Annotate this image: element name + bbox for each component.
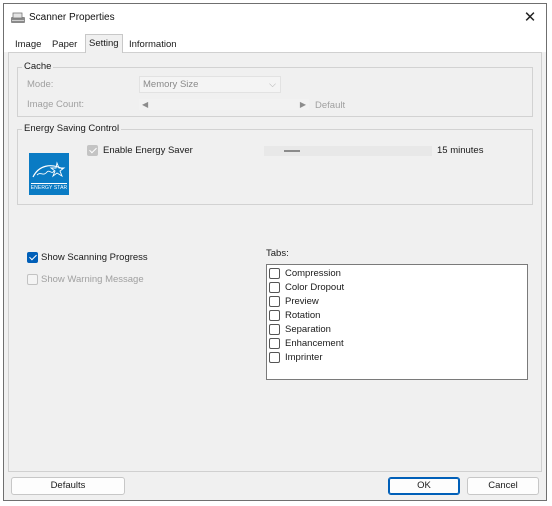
- checkmark-icon: [89, 145, 97, 154]
- rotation-checkbox[interactable]: [269, 310, 280, 321]
- chevron-down-icon: ⌵: [269, 79, 276, 89]
- energy-star-logo: ENERGY STAR: [29, 153, 69, 195]
- list-item-label: Rotation: [285, 310, 321, 321]
- tab-information[interactable]: Information: [126, 37, 180, 52]
- setting-page: Cache Mode: Memory Size ⌵ Image Count: ◀…: [8, 52, 542, 472]
- checkmark-icon: [29, 252, 37, 261]
- enhancement-checkbox[interactable]: [269, 338, 280, 349]
- enable-energy-saver-label: Enable Energy Saver: [103, 145, 193, 156]
- tabs-listbox[interactable]: Compression Color Dropout Preview Rotati…: [266, 264, 528, 380]
- tab-setting[interactable]: Setting: [85, 34, 123, 53]
- close-icon[interactable]: ✕: [520, 9, 540, 27]
- list-item-label: Preview: [285, 296, 319, 307]
- show-warning-message-checkbox[interactable]: [27, 274, 38, 285]
- cancel-button[interactable]: Cancel: [467, 477, 539, 495]
- mode-label: Mode:: [27, 79, 54, 90]
- preview-checkbox[interactable]: [269, 296, 280, 307]
- separation-checkbox[interactable]: [269, 324, 280, 335]
- image-count-value: Default: [315, 100, 346, 111]
- image-count-label: Image Count:: [27, 99, 85, 110]
- imprinter-checkbox[interactable]: [269, 352, 280, 363]
- compression-checkbox[interactable]: [269, 268, 280, 279]
- energy-timeout-value: 15 minutes: [437, 145, 484, 156]
- list-item-label: Enhancement: [285, 338, 344, 349]
- mode-value: Memory Size: [143, 79, 199, 90]
- list-item-label: Separation: [285, 324, 331, 335]
- window-title: Scanner Properties: [29, 12, 115, 23]
- cache-group-label: Cache: [22, 61, 54, 72]
- color-dropout-checkbox[interactable]: [269, 282, 280, 293]
- tab-paper[interactable]: Paper: [49, 37, 80, 52]
- show-warning-message-label: Show Warning Message: [41, 274, 144, 285]
- title-bar: Scanner Properties ✕: [4, 4, 546, 32]
- scroll-right-icon[interactable]: ▶: [300, 99, 306, 110]
- energy-saving-group: Energy Saving Control Enable Energy Save…: [17, 123, 533, 205]
- defaults-button[interactable]: Defaults: [11, 477, 125, 495]
- energy-timeout-slider[interactable]: [264, 146, 432, 156]
- show-scanning-progress-checkbox[interactable]: [27, 252, 38, 263]
- tab-strip: Image Paper Setting Information: [4, 32, 546, 53]
- tabs-list-label: Tabs:: [266, 248, 289, 259]
- show-scanning-progress-label: Show Scanning Progress: [41, 252, 148, 263]
- image-count-scrollbar[interactable]: ◀ ▶: [139, 99, 309, 110]
- energy-saving-group-label: Energy Saving Control: [22, 123, 122, 134]
- scanner-icon: [10, 11, 26, 25]
- list-item-label: Compression: [285, 268, 341, 279]
- scroll-left-icon[interactable]: ◀: [142, 99, 148, 110]
- tab-image[interactable]: Image: [12, 37, 44, 52]
- cache-group: Cache Mode: Memory Size ⌵ Image Count: ◀…: [17, 61, 533, 117]
- scanner-properties-window: Scanner Properties ✕ Image Paper Setting…: [3, 3, 547, 501]
- energy-star-text: ENERGY STAR: [30, 185, 68, 191]
- list-item-label: Imprinter: [285, 352, 323, 363]
- slider-thumb[interactable]: [284, 150, 300, 152]
- mode-combobox[interactable]: Memory Size ⌵: [139, 76, 281, 93]
- ok-button[interactable]: OK: [388, 477, 460, 495]
- list-item-label: Color Dropout: [285, 282, 345, 293]
- enable-energy-saver-checkbox[interactable]: [87, 145, 98, 156]
